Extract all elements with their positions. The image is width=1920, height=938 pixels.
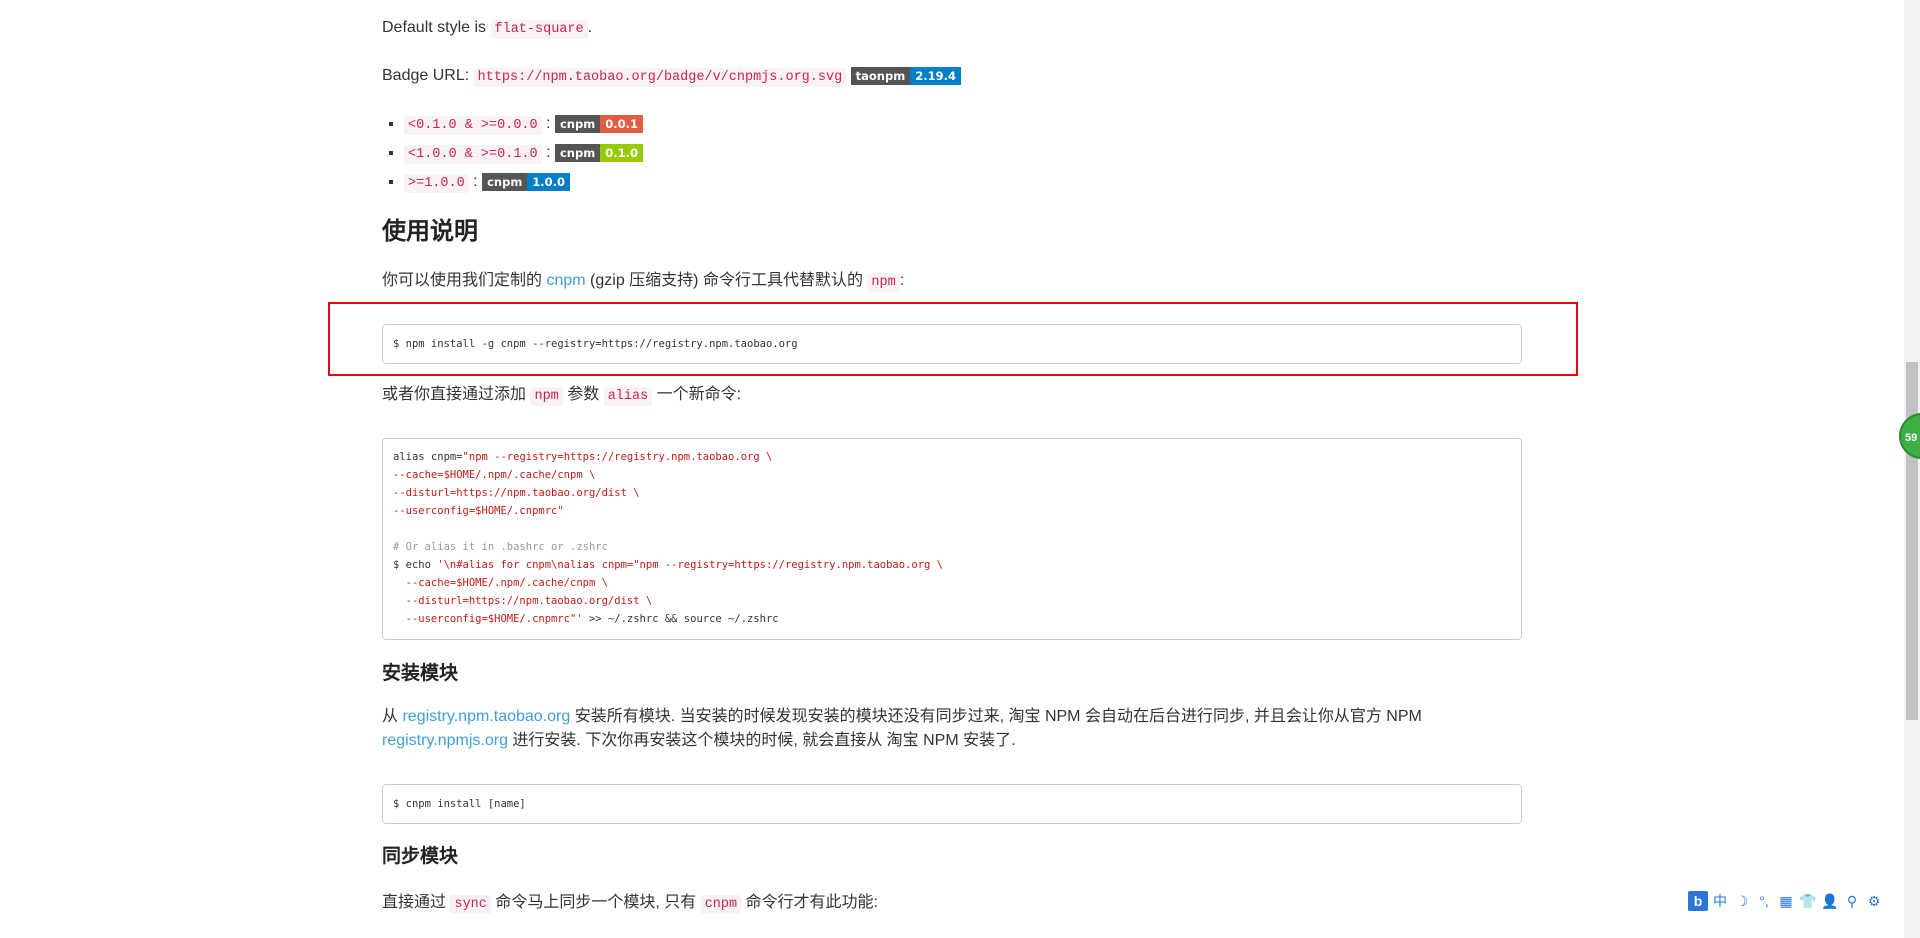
code-line: # Or alias it in .bashrc or .zshrc [393,541,608,553]
usage-intro: 你可以使用我们定制的 cnpm (gzip 压缩支持) 命令行工具代替默认的 n… [382,272,905,292]
usage-heading: 使用说明 [382,218,478,245]
code-line: alias cnpm="npm --registry=https://regis… [393,451,773,463]
registry-npmjs-link[interactable]: registry.npmjs.org [382,732,508,749]
registry-taobao-link[interactable]: registry.npm.taobao.org [402,708,570,725]
install-cnpm-code-block[interactable]: $ npm install -g cnpm --registry=https:/… [382,324,1522,364]
code-string: --userconfig=$HOME/.cnpmrc" [393,505,564,517]
code-string: '\n#alias for cnpm\nalias cnpm="npm --re… [437,559,943,571]
code-line: --disturl=https://npm.taobao.org/dist \ [393,487,640,499]
badge-url-code: https://npm.taobao.org/badge/v/cnpmjs.or… [473,68,847,87]
inline-code: flat-square [490,20,588,39]
code-string: "npm --registry=https://registry.npm.tao… [462,451,773,463]
chinese-mode-icon[interactable]: 中 [1710,891,1730,911]
cnpm-badge: cnpm 1.0.0 [482,172,571,191]
gear-icon[interactable]: ⚙ [1864,891,1884,911]
code-line: $ echo '\n#alias for cnpm\nalias cnpm="n… [393,559,943,571]
ime-logo-icon[interactable]: b [1688,891,1708,911]
keyboard-icon[interactable]: ▦ [1776,891,1796,911]
default-style-text: Default style is flat-square. [382,19,593,39]
punctuation-icon[interactable]: °, [1754,891,1774,911]
code-line: --cache=$HOME/.npm/.cache/cnpm \ [393,577,608,589]
cnpm-badge: cnpm 0.0.1 [554,114,643,133]
taonpm-badge: taonpm 2.19.4 [850,66,961,85]
code-string: --cache=$HOME/.npm/.cache/cnpm \ [393,469,596,481]
sync-module-heading: 同步模块 [382,846,459,867]
ime-toolbar: b 中 ☽ °, ▦ 👕 👤 ⚲ ⚙ [1688,890,1884,912]
cnpm-install-code-block[interactable]: $ cnpm install [name] [382,784,1522,824]
moon-icon[interactable]: ☽ [1732,891,1752,911]
code-line: --userconfig=$HOME/.cnpmrc"' >> ~/.zshrc… [393,613,779,625]
code-line: --userconfig=$HOME/.cnpmrc" [393,505,564,517]
code-string: --cache=$HOME/.npm/.cache/cnpm \ [393,577,608,589]
cnpm-link[interactable]: cnpm [546,272,585,289]
floating-badge[interactable]: 59 [1899,413,1920,459]
badge-url-text: Badge URL: https://npm.taobao.org/badge/… [382,64,961,90]
alias-code-block[interactable]: alias cnpm="npm --registry=https://regis… [382,438,1522,640]
install-module-paragraph-line2: registry.npmjs.org 进行安装. 下次你再安装这个模块的时候, … [382,732,1016,749]
user-icon[interactable]: 👤 [1820,891,1840,911]
alias-intro: 或者你直接通过添加 npm 参数 alias 一个新命令: [382,386,742,406]
list-item: <0.1.0 & >=0.0.0 : cnpm0.0.1 [404,110,643,139]
search-icon[interactable]: ⚲ [1842,891,1862,911]
code-string: --disturl=https://npm.taobao.org/dist \ [393,595,653,607]
cnpm-badge: cnpm 0.1.0 [554,143,643,162]
list-item: <1.0.0 & >=0.1.0 : cnpm0.1.0 [404,139,643,168]
list-item: >=1.0.0 : cnpm1.0.0 [404,168,643,197]
code-comment: # Or alias it in .bashrc or .zshrc [393,541,608,553]
version-badge-list: <0.1.0 & >=0.0.0 : cnpm0.0.1 <1.0.0 & >=… [382,110,643,197]
install-module-heading: 安装模块 [382,663,459,684]
code-line: --disturl=https://npm.taobao.org/dist \ [393,595,653,607]
code-line: --cache=$HOME/.npm/.cache/cnpm \ [393,469,595,481]
skin-icon[interactable]: 👕 [1798,891,1818,911]
sync-module-paragraph: 直接通过 sync 命令马上同步一个模块, 只有 cnpm 命令行才有此功能: [382,894,878,914]
install-module-paragraph-line1: 从 registry.npm.taobao.org 安装所有模块. 当安装的时候… [382,708,1422,725]
code-string: --disturl=https://npm.taobao.org/dist \ [393,487,640,499]
code-string: --userconfig=$HOME/.cnpmrc"' [393,613,583,625]
